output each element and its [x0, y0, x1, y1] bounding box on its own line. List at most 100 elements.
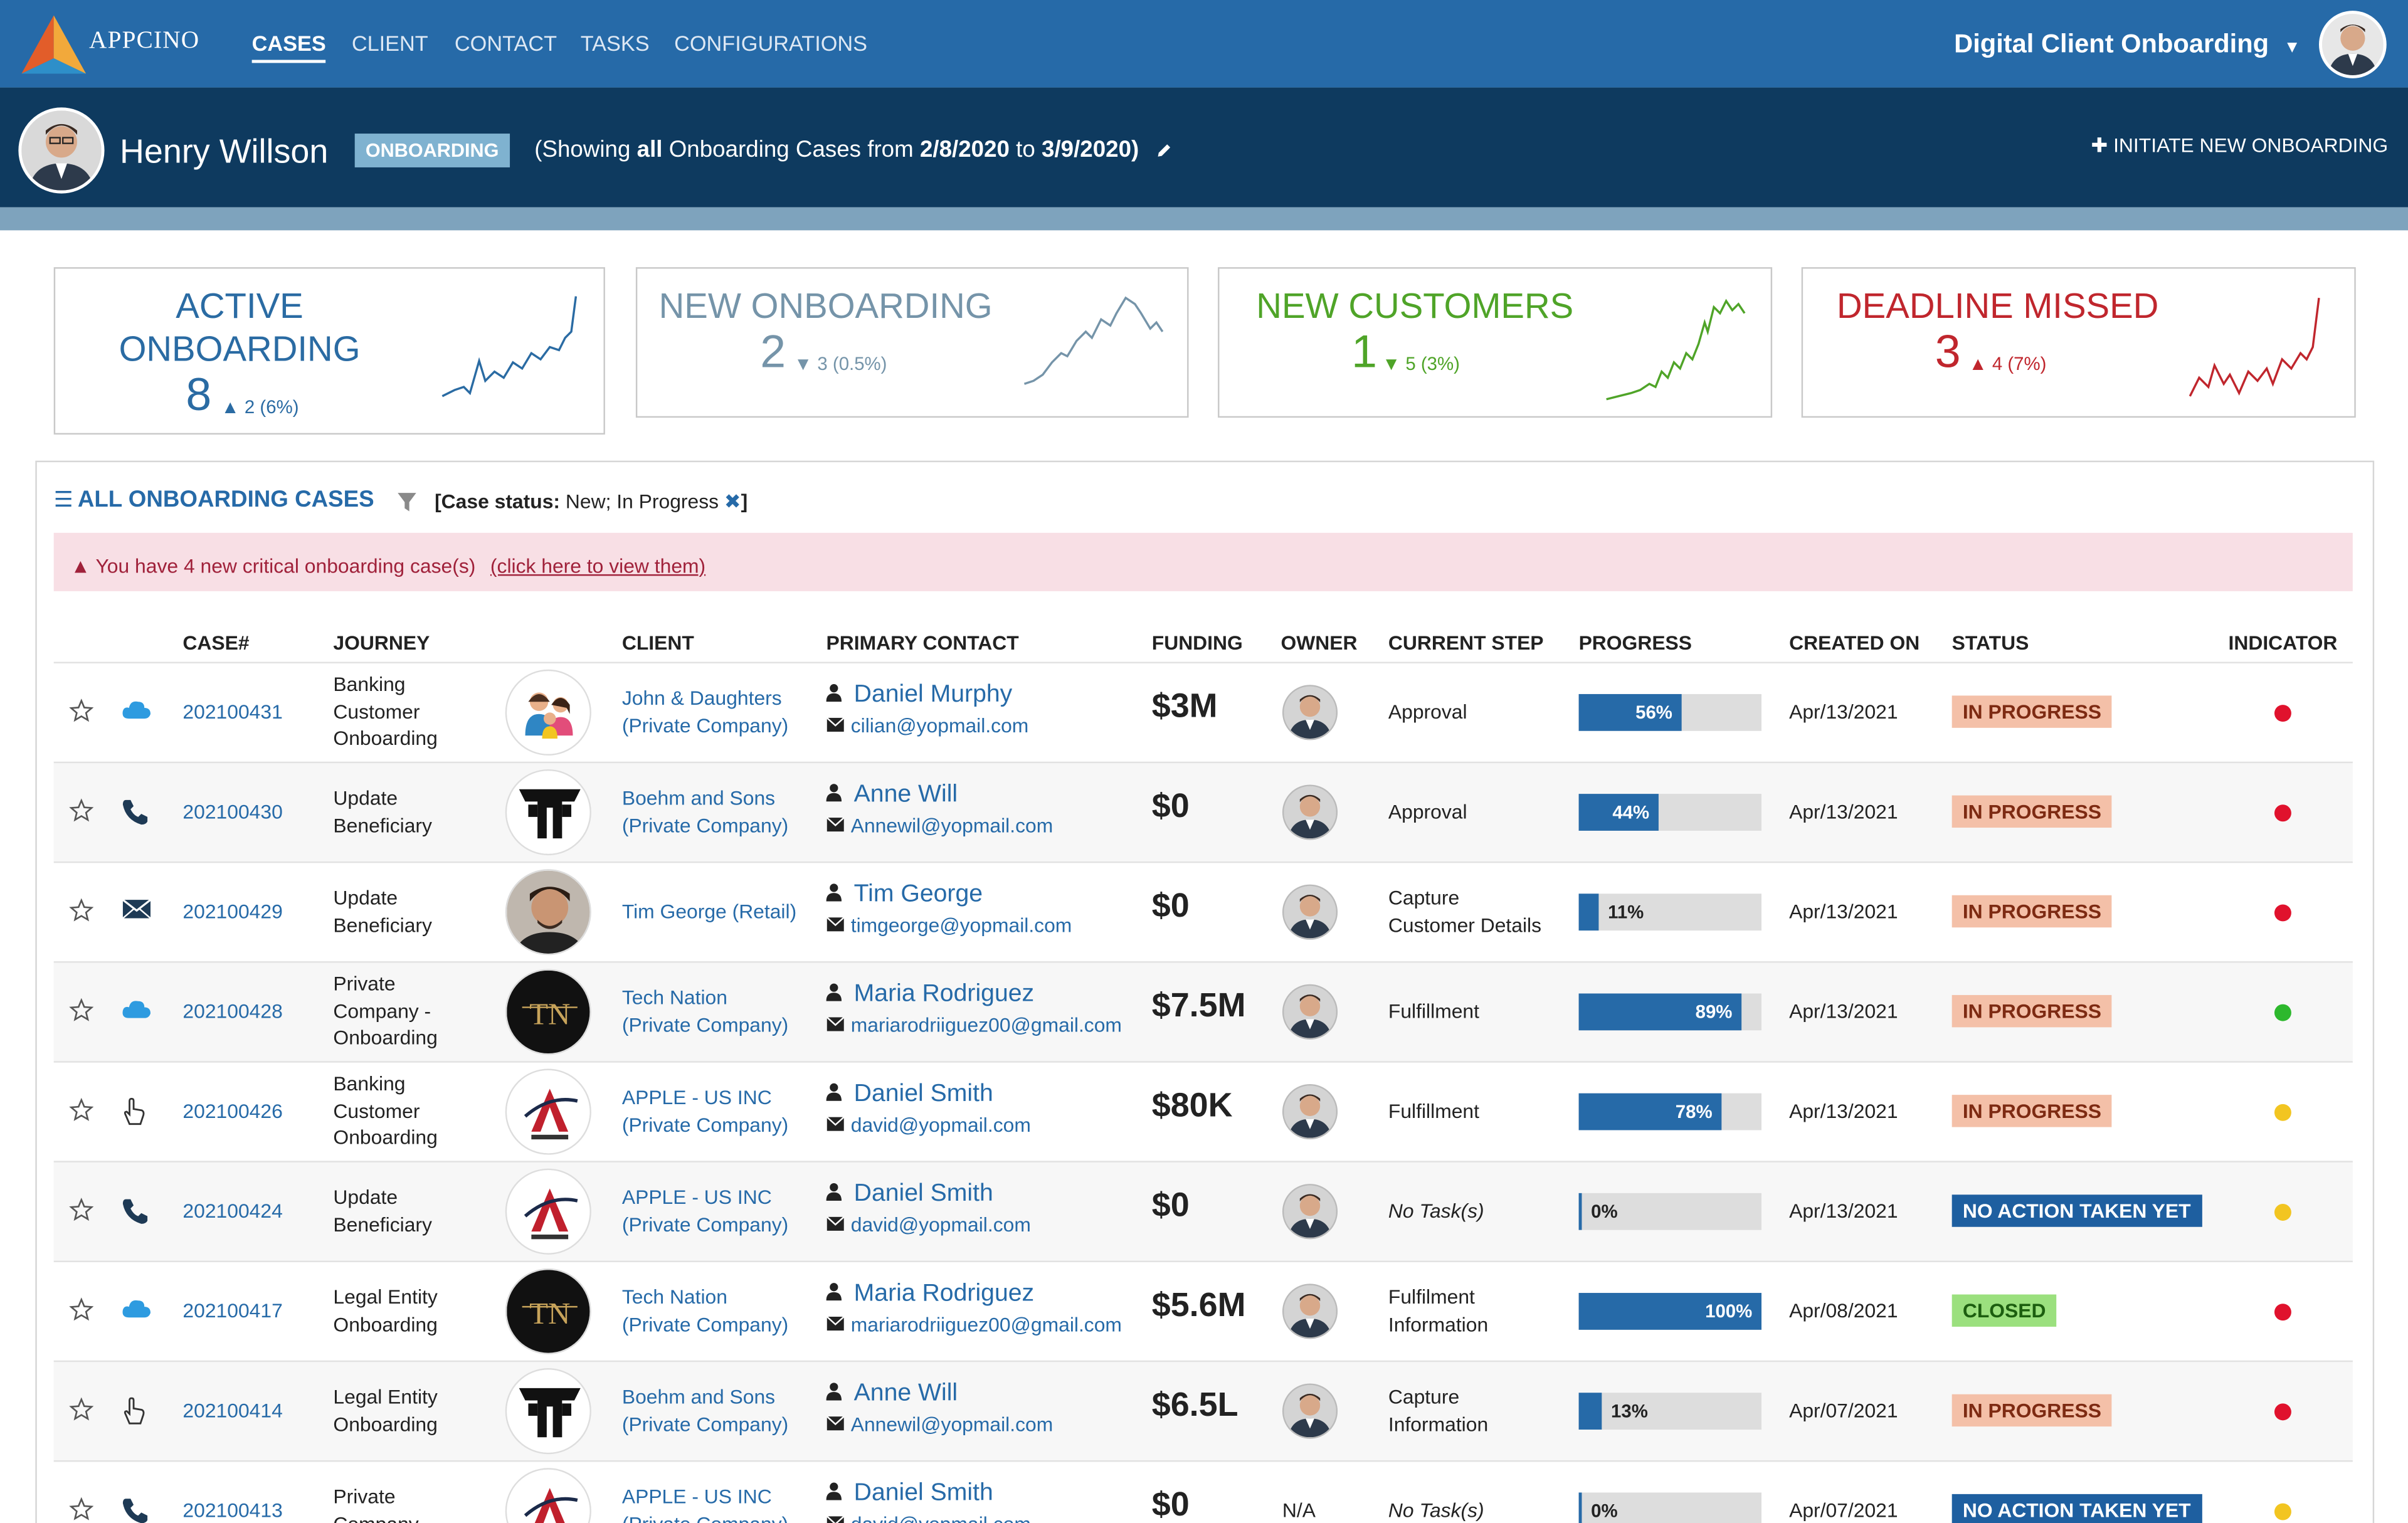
client-link[interactable]: Boehm and Sons (Private Company) — [622, 1384, 788, 1438]
contact-name[interactable]: Daniel Murphy — [854, 681, 1013, 707]
contact-name[interactable]: Anne Will — [854, 1379, 958, 1406]
status-badge[interactable]: IN PROGRESS — [1951, 994, 2113, 1027]
favorite-star-icon[interactable] — [69, 697, 97, 725]
user-avatar[interactable] — [18, 107, 105, 194]
client-link[interactable]: Tim George (Retail) — [622, 898, 796, 925]
contact-email[interactable]: Annewil@yopmail.com — [851, 814, 1054, 837]
status-badge[interactable]: NO ACTION TAKEN YET — [1951, 1194, 2202, 1226]
edit-pencil-icon[interactable] — [1154, 141, 1173, 159]
owner-avatar[interactable] — [1282, 1083, 1338, 1139]
contact-name-row[interactable]: Daniel Smith — [826, 1080, 1031, 1109]
client-link[interactable]: APPLE - US INC (Private Company) — [622, 1184, 788, 1238]
col-status[interactable]: STATUS — [1952, 631, 2029, 655]
col-journey[interactable]: JOURNEY — [333, 631, 430, 655]
status-badge[interactable]: IN PROGRESS — [1951, 894, 2113, 927]
initiate-onboarding-button[interactable]: ✚ INITIATE NEW ONBOARDING — [2091, 134, 2389, 158]
favorite-star-icon[interactable] — [69, 1396, 97, 1424]
status-badge[interactable]: CLOSED — [1951, 1294, 2057, 1326]
contact-name[interactable]: Maria Rodriguez — [854, 981, 1034, 1007]
col-progress[interactable]: PROGRESS — [1579, 631, 1692, 655]
col-case[interactable]: CASE# — [182, 631, 249, 655]
contact-name[interactable]: Daniel Smith — [854, 1080, 993, 1107]
contact-email-row[interactable]: Annewil@yopmail.com — [826, 1411, 1054, 1438]
col-created-on[interactable]: CREATED ON — [1789, 631, 1920, 655]
contact-email-row[interactable]: david@yopmail.com — [826, 1511, 1031, 1523]
client-logo[interactable]: TN — [505, 1267, 591, 1354]
col-indicator[interactable]: INDICATOR — [2228, 631, 2337, 655]
case-number-link[interactable]: 202100429 — [182, 897, 282, 924]
contact-name-row[interactable]: Maria Rodriguez — [826, 1280, 1122, 1308]
status-badge[interactable]: IN PROGRESS — [1951, 794, 2113, 827]
case-number-link[interactable]: 202100431 — [182, 698, 282, 725]
contact-email[interactable]: Annewil@yopmail.com — [851, 1413, 1054, 1436]
contact-email-row[interactable]: timgeorge@yopmail.com — [826, 912, 1072, 939]
contact-name-row[interactable]: Daniel Murphy — [826, 681, 1029, 709]
filter-icon[interactable] — [396, 492, 418, 513]
status-badge[interactable]: IN PROGRESS — [1951, 1393, 2113, 1426]
contact-name-row[interactable]: Tim George — [826, 881, 1072, 909]
contact-name[interactable]: Anne Will — [854, 781, 958, 807]
kpi-active-onboarding[interactable]: ACTIVE ONBOARDING 8 ▲ 2 (6%) — [53, 267, 605, 435]
owner-avatar[interactable] — [1282, 983, 1338, 1039]
contact-email-row[interactable]: david@yopmail.com — [826, 1112, 1031, 1139]
client-logo[interactable] — [505, 668, 591, 755]
contact-email-row[interactable]: david@yopmail.com — [826, 1211, 1031, 1238]
view-critical-link[interactable]: (click here to view them) — [490, 554, 705, 577]
client-logo[interactable] — [505, 1167, 591, 1254]
col-primary-contact[interactable]: PRIMARY CONTACT — [826, 631, 1019, 655]
owner-avatar[interactable] — [1282, 784, 1338, 840]
client-logo[interactable] — [505, 868, 591, 955]
owner-avatar[interactable] — [1282, 883, 1338, 939]
case-number-link[interactable]: 202100430 — [182, 798, 282, 825]
col-owner[interactable]: OWNER — [1281, 631, 1357, 655]
client-logo[interactable] — [505, 768, 591, 855]
contact-name-row[interactable]: Daniel Smith — [826, 1180, 1031, 1208]
case-number-link[interactable]: 202100417 — [182, 1297, 282, 1324]
contact-name[interactable]: Maria Rodriguez — [854, 1280, 1034, 1306]
contact-name-row[interactable]: Daniel Smith — [826, 1480, 1031, 1508]
contact-email[interactable]: david@yopmail.com — [851, 1114, 1031, 1137]
kpi-deadline-missed[interactable]: DEADLINE MISSED 3 ▲ 4 (7%) — [1801, 267, 2356, 418]
nav-client[interactable]: CLIENT — [352, 31, 428, 55]
nav-contact[interactable]: CONTACT — [455, 31, 557, 55]
favorite-star-icon[interactable] — [69, 1496, 97, 1523]
kpi-new-customers[interactable]: NEW CUSTOMERS 1 ▼ 5 (3%) — [1218, 267, 1773, 418]
client-link[interactable]: APPLE - US INC (Private Company) — [622, 1084, 788, 1138]
contact-email-row[interactable]: mariarodriiguez00@gmail.com — [826, 1012, 1122, 1039]
panel-title[interactable]: ☰ ALL ONBOARDING CASES — [54, 487, 374, 513]
contact-name-row[interactable]: Anne Will — [826, 781, 1054, 809]
appcino-logo-icon[interactable] — [18, 13, 89, 77]
contact-email[interactable]: mariarodriiguez00@gmail.com — [851, 1313, 1122, 1336]
status-badge[interactable]: NO ACTION TAKEN YET — [1951, 1493, 2202, 1523]
favorite-star-icon[interactable] — [69, 1097, 97, 1125]
client-link[interactable]: APPLE - US INC (Private Company) — [622, 1483, 788, 1523]
client-link[interactable]: John & Daughters (Private Company) — [622, 685, 788, 739]
col-client[interactable]: CLIENT — [622, 631, 694, 655]
client-logo[interactable] — [505, 1367, 591, 1453]
favorite-star-icon[interactable] — [69, 997, 97, 1025]
client-link[interactable]: Boehm and Sons (Private Company) — [622, 784, 788, 838]
nav-configurations[interactable]: CONFIGURATIONS — [674, 31, 867, 55]
case-number-link[interactable]: 202100426 — [182, 1097, 282, 1124]
app-selector[interactable]: Digital Client Onboarding ▼ — [1954, 29, 2300, 60]
client-logo[interactable] — [505, 1068, 591, 1154]
case-number-link[interactable]: 202100414 — [182, 1396, 282, 1423]
contact-email[interactable]: mariarodriiguez00@gmail.com — [851, 1013, 1122, 1036]
status-badge[interactable]: IN PROGRESS — [1951, 695, 2113, 727]
client-link[interactable]: Tech Nation (Private Company) — [622, 1283, 788, 1337]
case-number-link[interactable]: 202100413 — [182, 1497, 282, 1523]
contact-name[interactable]: Daniel Smith — [854, 1180, 993, 1206]
contact-name-row[interactable]: Maria Rodriguez — [826, 981, 1122, 1009]
nav-cases[interactable]: CASES — [251, 31, 326, 63]
contact-email[interactable]: david@yopmail.com — [851, 1512, 1031, 1523]
contact-email-row[interactable]: cilian@yopmail.com — [826, 712, 1028, 739]
owner-avatar[interactable] — [1282, 1383, 1338, 1438]
col-funding[interactable]: FUNDING — [1152, 631, 1243, 655]
contact-email-row[interactable]: mariarodriiguez00@gmail.com — [826, 1311, 1122, 1338]
status-filter[interactable]: [Case status: New; In Progress ✖] — [435, 490, 747, 514]
kpi-new-onboarding[interactable]: NEW ONBOARDING 2 ▼ 3 (0.5%) — [635, 267, 1189, 418]
contact-name[interactable]: Daniel Smith — [854, 1480, 993, 1506]
favorite-star-icon[interactable] — [69, 897, 97, 925]
close-icon[interactable]: ✖ — [724, 490, 741, 513]
client-logo[interactable]: TN — [505, 968, 591, 1055]
